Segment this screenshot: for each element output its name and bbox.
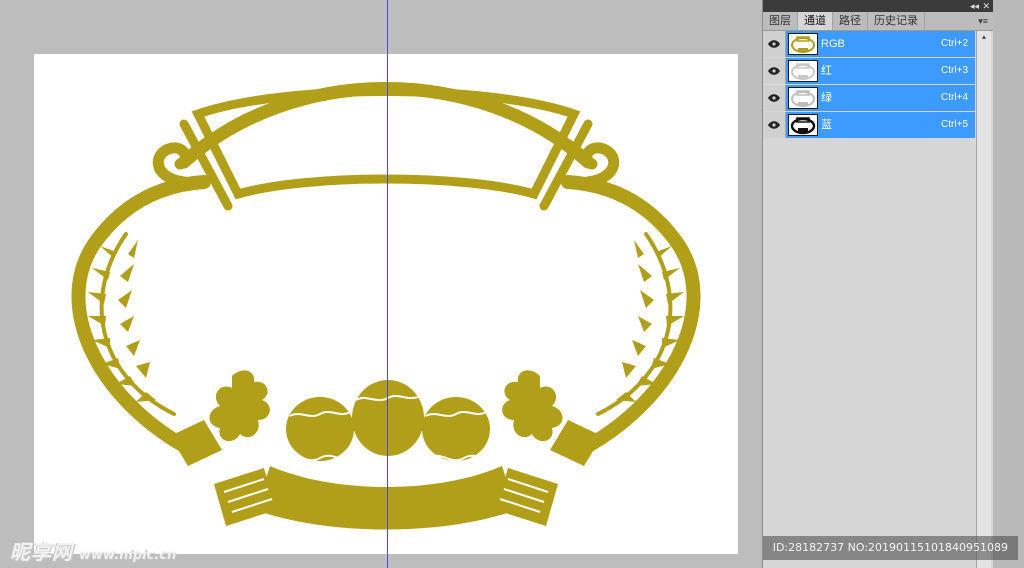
channel-shortcut: Ctrl+5 — [941, 119, 968, 130]
emblem-ring-end-left — [170, 420, 222, 466]
emblem-ring-end-right — [550, 420, 602, 466]
channel-row-green[interactable]: 绿 Ctrl+4 — [763, 85, 975, 112]
tab-paths[interactable]: 路径 — [833, 12, 868, 30]
eye-icon — [768, 94, 780, 102]
panel-titlebar[interactable]: ◂◂ ✕ — [763, 0, 993, 12]
channel-row-blue[interactable]: 蓝 Ctrl+5 — [763, 112, 975, 139]
channel-row-rgb[interactable]: RGB Ctrl+2 — [763, 31, 975, 58]
visibility-toggle[interactable] — [763, 85, 786, 111]
eye-icon — [768, 67, 780, 75]
emblem-jar-right — [422, 397, 490, 461]
double-chevron-right-icon[interactable]: ◂◂ — [970, 0, 979, 12]
emblem-ring-right — [561, 175, 701, 453]
channels-panel: ◂◂ ✕ 图层 通道 路径 历史记录 ▾≡ RGB Ctrl+2 红 Ctrl+… — [762, 0, 994, 568]
emblem-wave-right — [502, 370, 563, 442]
panel-scrollbar[interactable]: ▲ — [976, 31, 991, 568]
channel-name: 绿 — [821, 92, 832, 104]
emblem-jar-left — [286, 397, 354, 461]
channel-shortcut: Ctrl+2 — [941, 38, 968, 49]
tab-layers[interactable]: 图层 — [763, 12, 798, 30]
emblem-ring — [71, 175, 211, 453]
watermark-id: ID:28182737 NO:20190115101840951089 — [762, 536, 1018, 560]
eye-icon — [768, 40, 780, 48]
watermark-url: www.nipic.cn — [79, 548, 177, 563]
channel-thumbnail — [788, 114, 818, 136]
emblem-jar-center — [352, 380, 424, 456]
channel-shortcut: Ctrl+4 — [941, 92, 968, 103]
channel-thumbnail — [788, 87, 818, 109]
canvas[interactable] — [34, 54, 738, 554]
channel-thumbnail — [788, 33, 818, 55]
emblem-artwork — [71, 82, 701, 530]
visibility-toggle[interactable] — [763, 31, 786, 57]
channel-name: 蓝 — [821, 119, 832, 131]
channel-name: 红 — [821, 65, 832, 77]
channel-name: RGB — [821, 38, 845, 50]
channel-shortcut: Ctrl+3 — [941, 65, 968, 76]
panel-menu-icon[interactable]: ▾≡ — [978, 12, 988, 30]
emblem-curl-left — [152, 142, 191, 188]
tab-channels[interactable]: 通道 — [798, 12, 833, 30]
visibility-toggle[interactable] — [763, 58, 786, 84]
panel-tabs: 图层 通道 路径 历史记录 ▾≡ — [763, 12, 993, 31]
emblem-curl-right — [581, 142, 620, 188]
emblem-ribbon — [256, 466, 516, 530]
tab-history[interactable]: 历史记录 — [868, 12, 925, 30]
channel-row-red[interactable]: 红 Ctrl+3 — [763, 58, 975, 85]
scroll-up-icon[interactable]: ▲ — [977, 31, 991, 44]
watermark-logo: 昵享网 — [10, 540, 73, 564]
eye-icon — [768, 121, 780, 129]
emblem-banner-frame — [191, 87, 581, 200]
close-icon[interactable]: ✕ — [982, 0, 990, 12]
channel-list: RGB Ctrl+2 红 Ctrl+3 绿 Ctrl+4 蓝 Ctrl+5 — [763, 31, 975, 139]
visibility-toggle[interactable] — [763, 112, 786, 138]
watermark: 昵享网 www.nipic.cn — [10, 536, 177, 564]
document-workspace[interactable]: 昵享网 www.nipic.cn — [0, 0, 762, 568]
emblem-wave-left — [209, 370, 270, 442]
channel-thumbnail — [788, 60, 818, 82]
workspace-gutter — [993, 0, 1024, 568]
vertical-guide-line[interactable] — [387, 0, 388, 568]
